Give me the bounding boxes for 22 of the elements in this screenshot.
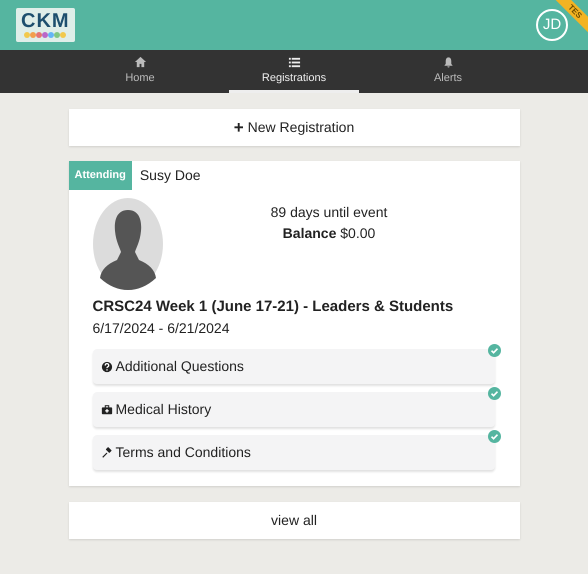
gavel-icon (100, 446, 112, 458)
nav-tab[interactable]: Home (75, 50, 205, 93)
task-item[interactable]: Medical History (92, 392, 494, 427)
days-until-event: 89 days until event (270, 202, 388, 222)
task-item[interactable]: Additional Questions (92, 349, 494, 384)
registrant-name: Susy Doe (140, 166, 201, 185)
bell-icon (442, 56, 454, 69)
task-item[interactable]: Terms and Conditions (92, 435, 494, 470)
event-dates: 6/17/2024 - 6/21/2024 (92, 319, 231, 338)
balance: Balance $0.00 (282, 224, 376, 242)
home-icon (134, 56, 146, 69)
medical-kit-icon (100, 404, 112, 416)
nav-tab[interactable]: Alerts (383, 50, 513, 93)
logo[interactable]: CKM (16, 8, 75, 42)
help-icon (100, 360, 112, 372)
person-silhouette-icon (92, 198, 162, 290)
view-all-button[interactable]: view all (68, 502, 520, 539)
status-badge: Attending (68, 161, 132, 190)
event-title: CRSC24 Week 1 (June 17-21) - Leaders & Students (92, 296, 454, 316)
list-icon (288, 56, 300, 69)
new-registration-button[interactable]: + New Registration (68, 109, 520, 146)
nav-tab[interactable]: Registrations (229, 50, 359, 93)
